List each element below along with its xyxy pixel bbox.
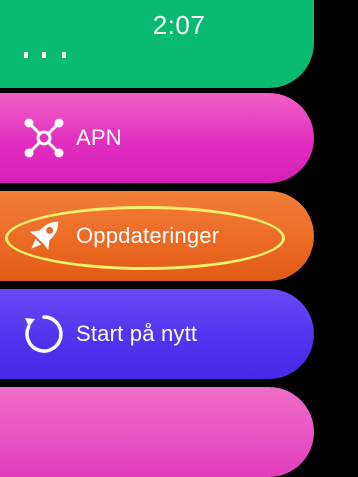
settings-menu: APN Oppdateringer Start på nytt [0, 0, 358, 477]
restart-icon [20, 310, 68, 358]
menu-item-restart[interactable]: Start på nytt [0, 289, 314, 379]
unknown-icon [24, 52, 66, 58]
menu-item-apn[interactable]: APN [0, 93, 314, 183]
menu-item-label: APN [76, 125, 122, 150]
rocket-icon [20, 212, 68, 260]
menu-item-partial-bottom[interactable] [0, 387, 314, 477]
network-nodes-icon [20, 114, 68, 162]
menu-item-label: Oppdateringer [76, 223, 220, 248]
status-time: 2:07 [152, 10, 206, 40]
menu-item-label: Start på nytt [76, 321, 198, 346]
menu-item-updates[interactable]: Oppdateringer [0, 191, 314, 281]
